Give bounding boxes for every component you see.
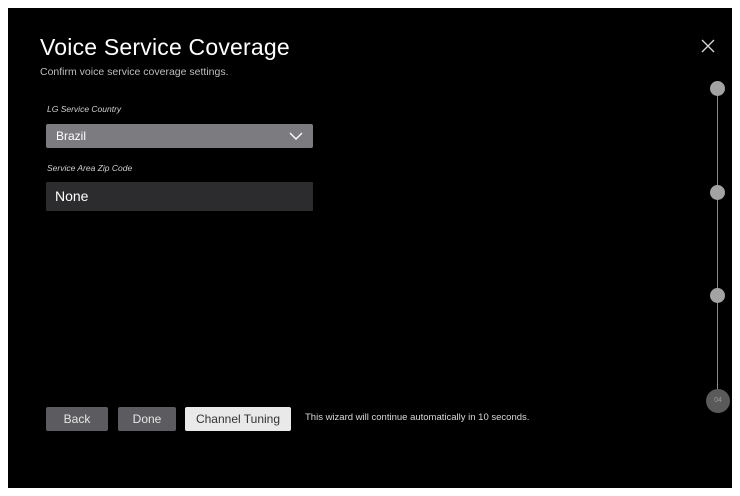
close-button[interactable] (700, 38, 716, 54)
step-progress-rail (717, 88, 718, 404)
zip-code-value: None (55, 188, 89, 204)
step-indicator-2 (710, 185, 725, 200)
done-button[interactable]: Done (118, 407, 176, 431)
back-button[interactable]: Back (46, 407, 108, 431)
close-icon (701, 39, 715, 53)
channel-tuning-button[interactable]: Channel Tuning (185, 407, 291, 431)
step-indicator-3 (710, 288, 725, 303)
zip-code-field[interactable]: None (46, 182, 313, 211)
page-subtitle: Confirm voice service coverage settings. (40, 66, 229, 78)
step-indicator-current: 04 (706, 389, 730, 413)
service-country-value: Brazil (56, 129, 87, 143)
chevron-down-icon (289, 132, 303, 140)
zip-code-label: Service Area Zip Code (47, 163, 133, 173)
auto-continue-message: This wizard will continue automatically … (305, 412, 530, 423)
country-label: LG Service Country (47, 104, 122, 114)
setup-wizard-screen: Voice Service Coverage Confirm voice ser… (8, 8, 732, 488)
service-country-dropdown[interactable]: Brazil (46, 124, 313, 148)
page-title: Voice Service Coverage (40, 34, 290, 60)
step-indicator-1 (710, 81, 725, 96)
